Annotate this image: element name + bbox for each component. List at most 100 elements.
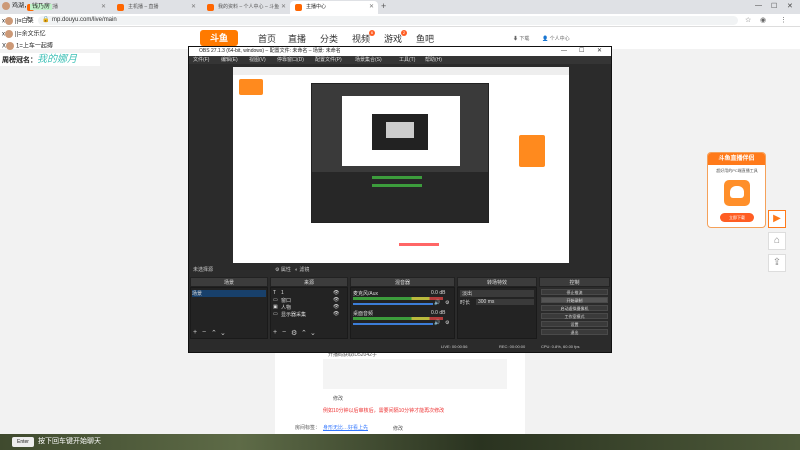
source-settings-icon[interactable]: ⚙ [291, 329, 297, 337]
image-source-icon: ▣ [273, 304, 278, 310]
studio-mode-button[interactable]: 工作室模式 [541, 313, 608, 319]
close-tab-icon[interactable]: ✕ [191, 1, 196, 14]
start-recording-button[interactable]: 开始录制 [541, 297, 608, 303]
mute-speaker-icon[interactable]: 🔊 [434, 320, 440, 326]
new-tab-button[interactable]: + [381, 1, 386, 11]
scene-item[interactable]: 场景 [192, 290, 266, 297]
display-source-icon: ▭ [273, 311, 278, 317]
game-badge: 2 [401, 30, 407, 36]
obs-menu-profile[interactable]: 配置文件(P) [315, 56, 342, 64]
source-down-icon[interactable]: ⌄ [310, 329, 316, 337]
address-bar: ← → ↻ 🔒 mp.douyu.com/live/main ☆ ◉ ⋮ [0, 14, 800, 27]
nav-category[interactable]: 分类 [320, 32, 338, 45]
home-icon[interactable]: ⌂ [768, 232, 786, 250]
browser-tab[interactable]: 我的资料 – 个人中心 – 斗鱼 ✕ [202, 1, 290, 14]
obs-minimize-icon[interactable]: — [561, 47, 567, 56]
source-item[interactable]: 人物 [281, 304, 291, 311]
volume-slider[interactable] [353, 303, 433, 305]
nav-game[interactable]: 游戏 [384, 32, 402, 45]
transition-select[interactable]: 淡出 [460, 290, 534, 297]
douyu-favicon-icon [295, 4, 302, 11]
obs-source-toolbar: 未选择源 ⚙ 属性 ◐ 滤镜 [189, 266, 611, 275]
play-icon[interactable]: ▶ [768, 210, 786, 228]
obs-close-icon[interactable]: ✕ [597, 47, 602, 56]
virtual-camera-button[interactable]: 启动虚拟摄像机 [541, 305, 608, 311]
obs-maximize-icon[interactable]: ☐ [579, 47, 584, 56]
nav-fishbar[interactable]: 鱼吧 [416, 32, 434, 45]
preview-header [233, 67, 569, 75]
nav-live[interactable]: 直播 [288, 32, 306, 45]
nested-meter [372, 176, 422, 179]
dock-scenes-header: 场景 [190, 277, 268, 287]
user-center-link[interactable]: 👤 个人中心 [542, 35, 570, 42]
obs-menu-help[interactable]: 帮助(H) [425, 56, 442, 64]
source-item[interactable]: 1 [281, 290, 284, 296]
promo-card[interactable]: 斗鱼直播伴侣 超好用的PC端直播工具 立即下载 [707, 152, 766, 228]
filters-button[interactable]: ◐ 滤镜 [295, 266, 309, 275]
edit-link[interactable]: 修改 [333, 395, 343, 402]
close-tab-icon[interactable]: ✕ [101, 1, 106, 14]
mixer-panel: 麦克风/Aux 0.0 dB 🔊 ⚙ 桌面音频 0.0 dB 🔊 ⚙ [350, 287, 455, 339]
obs-menu-tools[interactable]: 工具(T) [399, 56, 415, 64]
close-tab-icon[interactable]: ✕ [281, 1, 286, 14]
source-item[interactable]: 显示器采集 [281, 311, 306, 318]
url-input[interactable]: 🔒 mp.douyu.com/live/main [38, 16, 738, 25]
obs-menu-dock[interactable]: 停靠窗口(D) [277, 56, 304, 64]
volume-slider[interactable] [353, 323, 433, 325]
duration-input[interactable]: 300 ms [476, 299, 534, 305]
obs-menu-edit[interactable]: 编辑(E) [221, 56, 238, 64]
mixer-gear-icon[interactable]: ⚙ [445, 320, 449, 326]
lock-icon: 🔒 [42, 17, 50, 23]
douyu-logo[interactable]: 斗鱼 [200, 30, 238, 46]
nav-home[interactable]: 首页 [258, 32, 276, 45]
close-window-icon[interactable]: ✕ [787, 2, 793, 10]
scene-up-icon[interactable]: ⌃ [211, 329, 217, 337]
minimize-icon[interactable]: — [755, 2, 762, 9]
nav-video[interactable]: 视频 [352, 32, 370, 45]
dock-controls-header: 控制 [539, 277, 610, 287]
chat-bar[interactable]: Enter 按下回车键开始聊天 [0, 434, 800, 450]
obs-menu-scene-collection[interactable]: 场景集合(S) [355, 56, 382, 64]
browser-tab-active[interactable]: 主播中心 ✕ [290, 1, 378, 14]
download-link[interactable]: ⬇ 下载 [513, 35, 529, 42]
preview-promo [519, 135, 545, 167]
properties-button[interactable]: ⚙ 属性 [275, 266, 291, 275]
source-up-icon[interactable]: ⌃ [301, 329, 307, 337]
promo-title: 斗鱼直播伴侣 [708, 153, 765, 165]
visibility-eye-icon[interactable]: 👁 [333, 304, 339, 310]
scene-add-icon[interactable]: + [193, 329, 197, 336]
nested-meter [372, 184, 422, 187]
stop-streaming-button[interactable]: 停止推流 [541, 289, 608, 295]
tag-edit-link[interactable]: 修改 [393, 425, 403, 432]
obs-window: OBS 27.1.3 (64-bit, windows) – 配置文件: 未命名… [188, 46, 612, 353]
obs-preview-canvas[interactable] [233, 67, 569, 263]
scene-down-icon[interactable]: ⌄ [220, 329, 226, 337]
visibility-eye-icon[interactable]: 👁 [333, 290, 339, 296]
obs-menu-view[interactable]: 视图(V) [249, 56, 266, 64]
browser-tab[interactable]: 主机播 – 直播 ✕ [112, 1, 200, 14]
source-item[interactable]: 窗口 [281, 297, 291, 304]
room-tag-link[interactable]: 身形无比…好看上先 [323, 424, 368, 431]
bookmark-star-icon[interactable]: ☆ [745, 16, 751, 24]
avatar [6, 42, 15, 50]
close-tab-icon[interactable]: ✕ [369, 1, 374, 14]
visibility-eye-icon[interactable]: 👁 [333, 297, 339, 303]
menu-icon[interactable]: ⋮ [780, 16, 787, 24]
visibility-eye-icon[interactable]: 👁 [333, 311, 339, 317]
mixer-gear-icon[interactable]: ⚙ [445, 300, 449, 306]
promo-download-button[interactable]: 立即下载 [720, 213, 754, 222]
obs-menu-file[interactable]: 文件(F) [193, 56, 209, 64]
video-badge: 6 [369, 30, 375, 36]
nested-preview-core [386, 122, 414, 138]
source-remove-icon[interactable]: − [282, 329, 286, 336]
dock-mixer-header: 混音器 [350, 277, 455, 287]
exit-button[interactable]: 退出 [541, 329, 608, 335]
share-icon[interactable]: ⇪ [768, 254, 786, 272]
profile-icon[interactable]: ◉ [760, 16, 766, 24]
avatar [5, 17, 13, 25]
scene-remove-icon[interactable]: − [202, 329, 206, 336]
source-add-icon[interactable]: + [273, 329, 277, 336]
maximize-icon[interactable]: ☐ [771, 2, 777, 10]
settings-button[interactable]: 设置 [541, 321, 608, 327]
mute-speaker-icon[interactable]: 🔊 [434, 300, 440, 306]
